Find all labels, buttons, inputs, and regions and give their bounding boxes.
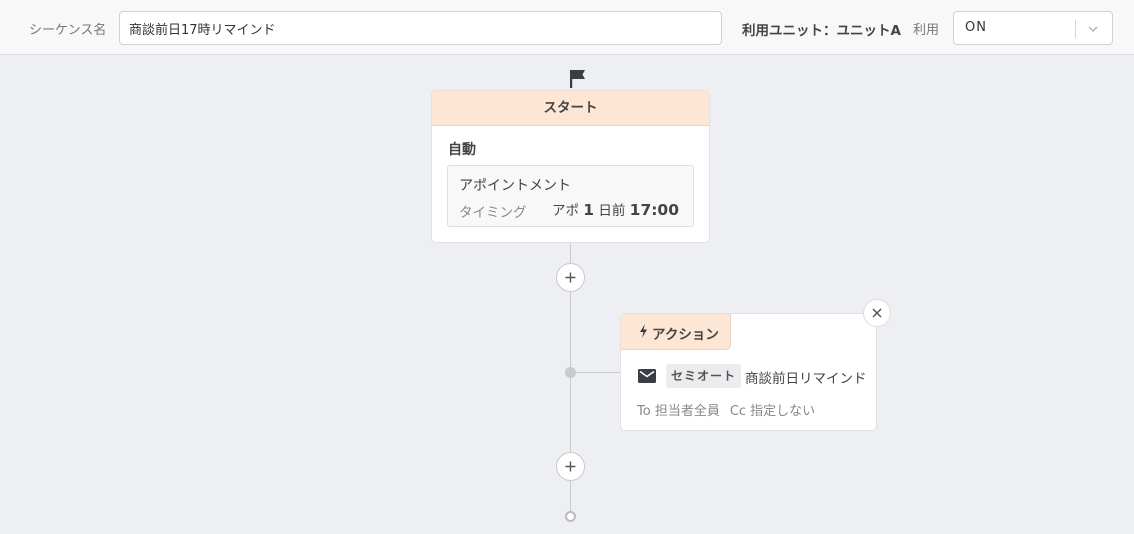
timing-days: 1 [583, 201, 595, 219]
timing-prefix: アポ [551, 203, 579, 219]
chevron-down-icon[interactable] [1086, 22, 1100, 36]
trigger-title: アポイントメント [459, 178, 571, 194]
template-name: 商談前日リマインド [745, 371, 867, 387]
trigger-mode: 自動 [448, 142, 476, 158]
timing-days-unit: 日前 [598, 203, 626, 219]
add-step-button[interactable] [556, 452, 585, 481]
branch-node-dot [565, 367, 576, 378]
start-node[interactable]: スタート 自動 アポイントメント タイミング アポ 1 日前 17:00 [431, 90, 710, 243]
action-tab-label: アクション [652, 327, 719, 343]
cc-recipients: Cc 指定しない [729, 404, 816, 419]
trigger-box[interactable]: アポイントメント タイミング アポ 1 日前 17:00 [447, 165, 694, 227]
add-step-button[interactable] [556, 263, 585, 292]
close-icon [872, 308, 882, 318]
usage-label: 利用 [913, 23, 940, 38]
mail-icon [638, 369, 656, 383]
action-node-tab: アクション [621, 314, 731, 350]
timing-time: 17:00 [629, 201, 679, 219]
sequence-name-label: シーケンス名 [29, 23, 107, 38]
end-node-dot [565, 511, 576, 522]
timing-label: タイミング [459, 205, 527, 221]
start-node-header: スタート [432, 91, 709, 126]
sequence-name-input[interactable] [119, 11, 722, 45]
flag-icon [570, 70, 585, 88]
to-recipients: To 担当者全員 [637, 404, 720, 419]
sender-badge: セミオート [666, 364, 742, 388]
recipients: To 担当者全員 Cc 指定しない [637, 400, 815, 419]
plus-icon [565, 272, 576, 283]
usage-select-value: ON [965, 20, 987, 35]
select-separator [1075, 20, 1076, 38]
usage-select[interactable]: ON [953, 11, 1113, 45]
branch-connector-line [570, 372, 621, 373]
action-node[interactable]: アクション セミオート 商談前日リマインド To 担当者全員 Cc 指定しない [620, 313, 877, 431]
top-bar: シーケンス名 利用ユニット：ユニットA 利用 ON [0, 0, 1134, 55]
plus-icon [565, 461, 576, 472]
bolt-icon [640, 324, 647, 338]
unit-info: 利用ユニット：ユニットA [742, 23, 901, 39]
timing-value: アポ 1 日前 17:00 [552, 199, 679, 219]
remove-action-button[interactable] [863, 299, 891, 327]
